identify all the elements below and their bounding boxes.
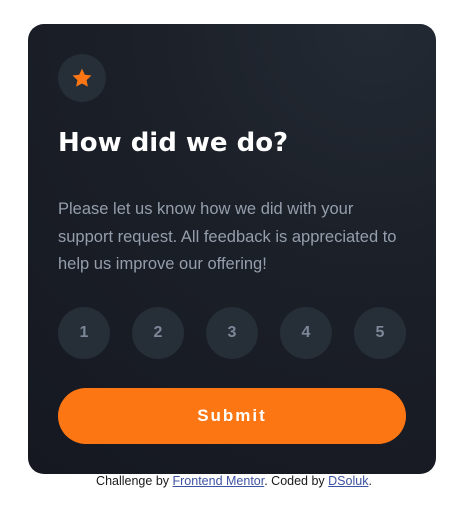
- rating-button-3[interactable]: 3: [206, 307, 258, 359]
- attribution-middle: . Coded by: [264, 474, 329, 488]
- card-title: How did we do?: [58, 128, 289, 158]
- frontend-mentor-link[interactable]: Frontend Mentor: [173, 474, 265, 488]
- rating-button-1[interactable]: 1: [58, 307, 110, 359]
- rating-options: 1 2 3 4 5: [58, 307, 406, 359]
- submit-button[interactable]: Submit: [58, 388, 406, 444]
- rating-button-5[interactable]: 5: [354, 307, 406, 359]
- star-icon-container: [58, 54, 106, 102]
- attribution-suffix: .: [368, 474, 372, 488]
- card-description: Please let us know how we did with your …: [58, 200, 397, 273]
- rating-button-4[interactable]: 4: [280, 307, 332, 359]
- star-icon: [72, 68, 92, 87]
- attribution: Challenge by Frontend Mentor. Coded by D…: [0, 474, 468, 488]
- rating-card: How did we do? Please let us know how we…: [28, 24, 436, 474]
- author-link[interactable]: DSoluk: [328, 474, 368, 488]
- attribution-prefix: Challenge by: [96, 474, 173, 488]
- rating-button-2[interactable]: 2: [132, 307, 184, 359]
